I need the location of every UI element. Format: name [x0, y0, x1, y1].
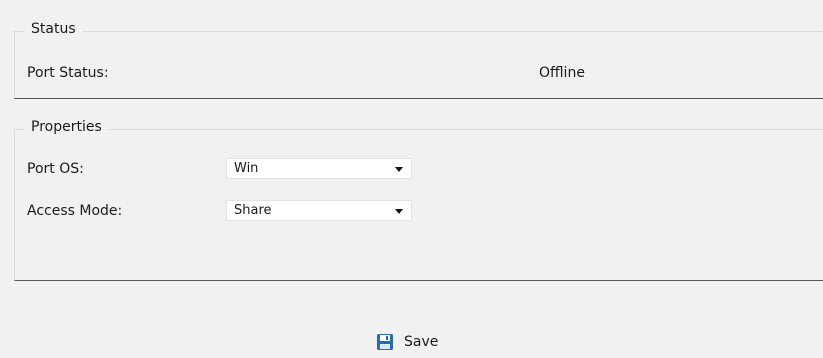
- chevron-down-icon: [395, 209, 403, 214]
- access-mode-label: Access Mode:: [27, 203, 123, 219]
- floppy-disk-icon: [377, 334, 393, 350]
- port-os-label: Port OS:: [27, 161, 84, 177]
- access-mode-selected-value: Share: [234, 203, 272, 218]
- status-legend: Status: [25, 21, 82, 37]
- save-button[interactable]: Save: [376, 331, 438, 353]
- chevron-down-icon: [395, 167, 403, 172]
- status-group: Status Port Status: Offline: [14, 21, 823, 99]
- port-os-select[interactable]: Win: [226, 158, 412, 179]
- properties-legend: Properties: [25, 119, 108, 135]
- save-label: Save: [404, 334, 439, 350]
- port-status-label: Port Status:: [27, 65, 109, 81]
- properties-group: Properties Port OS: Win Access Mode: Sha…: [14, 119, 823, 281]
- port-os-selected-value: Win: [234, 161, 259, 176]
- access-mode-select[interactable]: Share: [226, 200, 412, 221]
- port-status-value: Offline: [539, 65, 585, 81]
